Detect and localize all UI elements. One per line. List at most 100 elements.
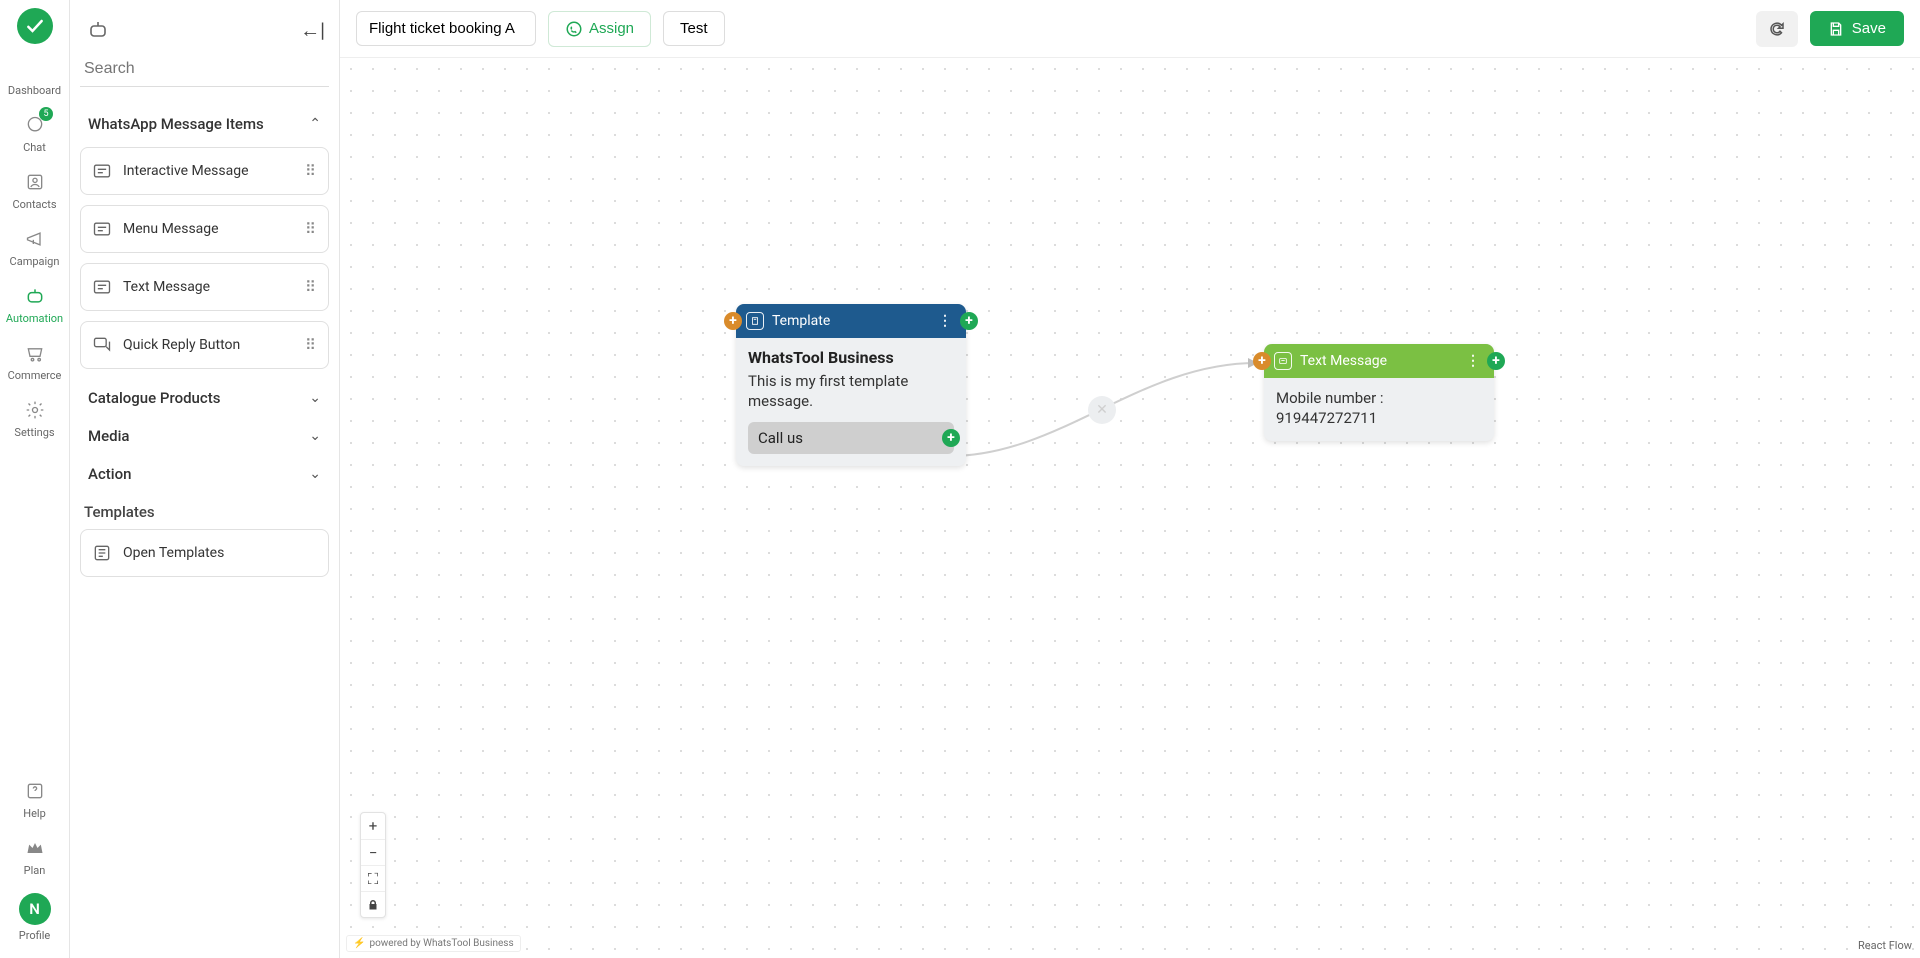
settings-icon	[23, 398, 47, 422]
chat-badge: 5	[39, 107, 53, 121]
item-label: Menu Message	[123, 221, 219, 237]
node-menu-button[interactable]: ⋮	[1462, 353, 1484, 369]
powered-by: ⚡ powered by WhatsTool Business	[346, 935, 521, 952]
dashboard-icon	[23, 56, 47, 80]
nav-settings[interactable]: Settings	[0, 390, 69, 447]
nav-label: Plan	[24, 864, 46, 877]
refresh-button[interactable]	[1756, 11, 1798, 47]
nav-label: Campaign	[10, 255, 60, 268]
open-templates-button[interactable]: Open Templates	[80, 529, 329, 577]
drag-handle-icon[interactable]: ⠿	[305, 278, 318, 296]
section-whatsapp-body: Interactive Message ⠿ Menu Message ⠿ Tex…	[80, 143, 329, 379]
lock-icon	[367, 899, 379, 911]
edge-delete-button[interactable]: ✕	[1088, 396, 1116, 424]
button-label: Assign	[589, 20, 634, 37]
reply-icon	[91, 334, 113, 356]
help-icon	[23, 779, 47, 803]
section-action-header[interactable]: Action ⌄	[80, 455, 329, 493]
section-title: WhatsApp Message Items	[88, 115, 264, 133]
nav-chat[interactable]: 5 Chat	[0, 105, 69, 162]
section-catalogue-header[interactable]: Catalogue Products ⌄	[80, 379, 329, 417]
nav-label: Help	[23, 807, 46, 820]
test-button[interactable]: Test	[663, 11, 725, 46]
port-in[interactable]: +	[724, 312, 742, 330]
flow-canvas[interactable]: ✕ + + Template ⋮ WhatsTool Business This…	[340, 58, 1920, 958]
item-label: Interactive Message	[123, 163, 249, 179]
nav-label: Automation	[6, 312, 63, 325]
fit-view-button[interactable]: ⛶	[361, 865, 385, 891]
node-text-message[interactable]: + + Text Message ⋮ Mobile number : 91944…	[1264, 344, 1494, 441]
nav-label: Commerce	[8, 369, 62, 382]
save-icon	[1828, 21, 1844, 37]
node-header[interactable]: Text Message ⋮	[1264, 344, 1494, 378]
powered-label: powered by WhatsTool Business	[369, 938, 513, 949]
text-body: Mobile number : 919447272711	[1276, 388, 1482, 429]
button-label: Save	[1852, 20, 1886, 37]
node-body: WhatsTool Business This is my first temp…	[736, 338, 966, 466]
message-icon	[91, 218, 113, 240]
nav-dashboard[interactable]: Dashboard	[0, 48, 69, 105]
nav-plan[interactable]: Plan	[0, 828, 69, 885]
crown-icon	[23, 836, 47, 860]
zoom-controls: + − ⛶	[360, 812, 386, 918]
node-template[interactable]: + + Template ⋮ WhatsTool Business This i…	[736, 304, 966, 466]
drag-handle-icon[interactable]: ⠿	[305, 336, 318, 354]
commerce-icon	[23, 341, 47, 365]
template-button-callus[interactable]: Call us +	[748, 422, 954, 454]
zoom-out-button[interactable]: −	[361, 839, 385, 865]
port-out[interactable]: +	[960, 312, 978, 330]
node-header[interactable]: Template ⋮	[736, 304, 966, 338]
nav-campaign[interactable]: Campaign	[0, 219, 69, 276]
nav-label: Chat	[23, 141, 46, 154]
contacts-icon	[23, 170, 47, 194]
drag-handle-icon[interactable]: ⠿	[305, 162, 318, 180]
template-icon	[91, 542, 113, 564]
item-label: Quick Reply Button	[123, 337, 240, 353]
nav-automation[interactable]: Automation	[0, 276, 69, 333]
template-body: This is my first template message.	[748, 371, 954, 412]
port-in[interactable]: +	[1253, 352, 1271, 370]
item-quickreply[interactable]: Quick Reply Button ⠿	[80, 321, 329, 369]
save-button[interactable]: Save	[1810, 11, 1904, 46]
section-whatsapp-header[interactable]: WhatsApp Message Items ⌃	[80, 105, 329, 143]
item-text[interactable]: Text Message ⠿	[80, 263, 329, 311]
nav-contacts[interactable]: Contacts	[0, 162, 69, 219]
chevron-down-icon: ⌄	[309, 390, 321, 406]
nav-commerce[interactable]: Commerce	[0, 333, 69, 390]
lock-button[interactable]	[361, 891, 385, 917]
section-title: Media	[88, 427, 130, 445]
bolt-icon: ⚡	[353, 938, 365, 949]
nav-label: Dashboard	[8, 84, 61, 97]
flow-title-input[interactable]	[356, 11, 536, 46]
nav-label: Contacts	[12, 198, 56, 211]
main: Assign Test Save ✕ + +	[340, 0, 1920, 958]
button-label: Test	[680, 20, 708, 37]
nav-profile[interactable]: N Profile	[0, 885, 69, 950]
drag-handle-icon[interactable]: ⠿	[305, 220, 318, 238]
node-menu-button[interactable]: ⋮	[934, 313, 956, 329]
nav-rail: Dashboard 5 Chat Contacts Campaign Aut	[0, 0, 70, 958]
topbar: Assign Test Save	[340, 0, 1920, 58]
button-label: Call us	[758, 429, 803, 447]
chevron-down-icon: ⌄	[309, 466, 321, 482]
logo-icon[interactable]	[17, 8, 53, 44]
item-menu[interactable]: Menu Message ⠿	[80, 205, 329, 253]
chevron-down-icon: ⌄	[309, 428, 321, 444]
item-interactive[interactable]: Interactive Message ⠿	[80, 147, 329, 195]
automation-icon	[23, 284, 47, 308]
port-out[interactable]: +	[1487, 352, 1505, 370]
section-media-header[interactable]: Media ⌄	[80, 417, 329, 455]
avatar: N	[19, 893, 51, 925]
collapse-panel-button[interactable]: ←|	[300, 18, 325, 43]
template-icon	[746, 312, 764, 330]
port-button-out[interactable]: +	[942, 429, 960, 447]
assign-button[interactable]: Assign	[548, 11, 651, 47]
item-label: Open Templates	[123, 545, 224, 561]
nav-help[interactable]: Help	[0, 771, 69, 828]
reactflow-attribution: React Flow	[1858, 939, 1912, 952]
nav-label: Settings	[14, 426, 54, 439]
search-input[interactable]	[80, 52, 329, 87]
nav-label: Profile	[19, 929, 50, 942]
zoom-in-button[interactable]: +	[361, 813, 385, 839]
item-label: Text Message	[123, 279, 210, 295]
